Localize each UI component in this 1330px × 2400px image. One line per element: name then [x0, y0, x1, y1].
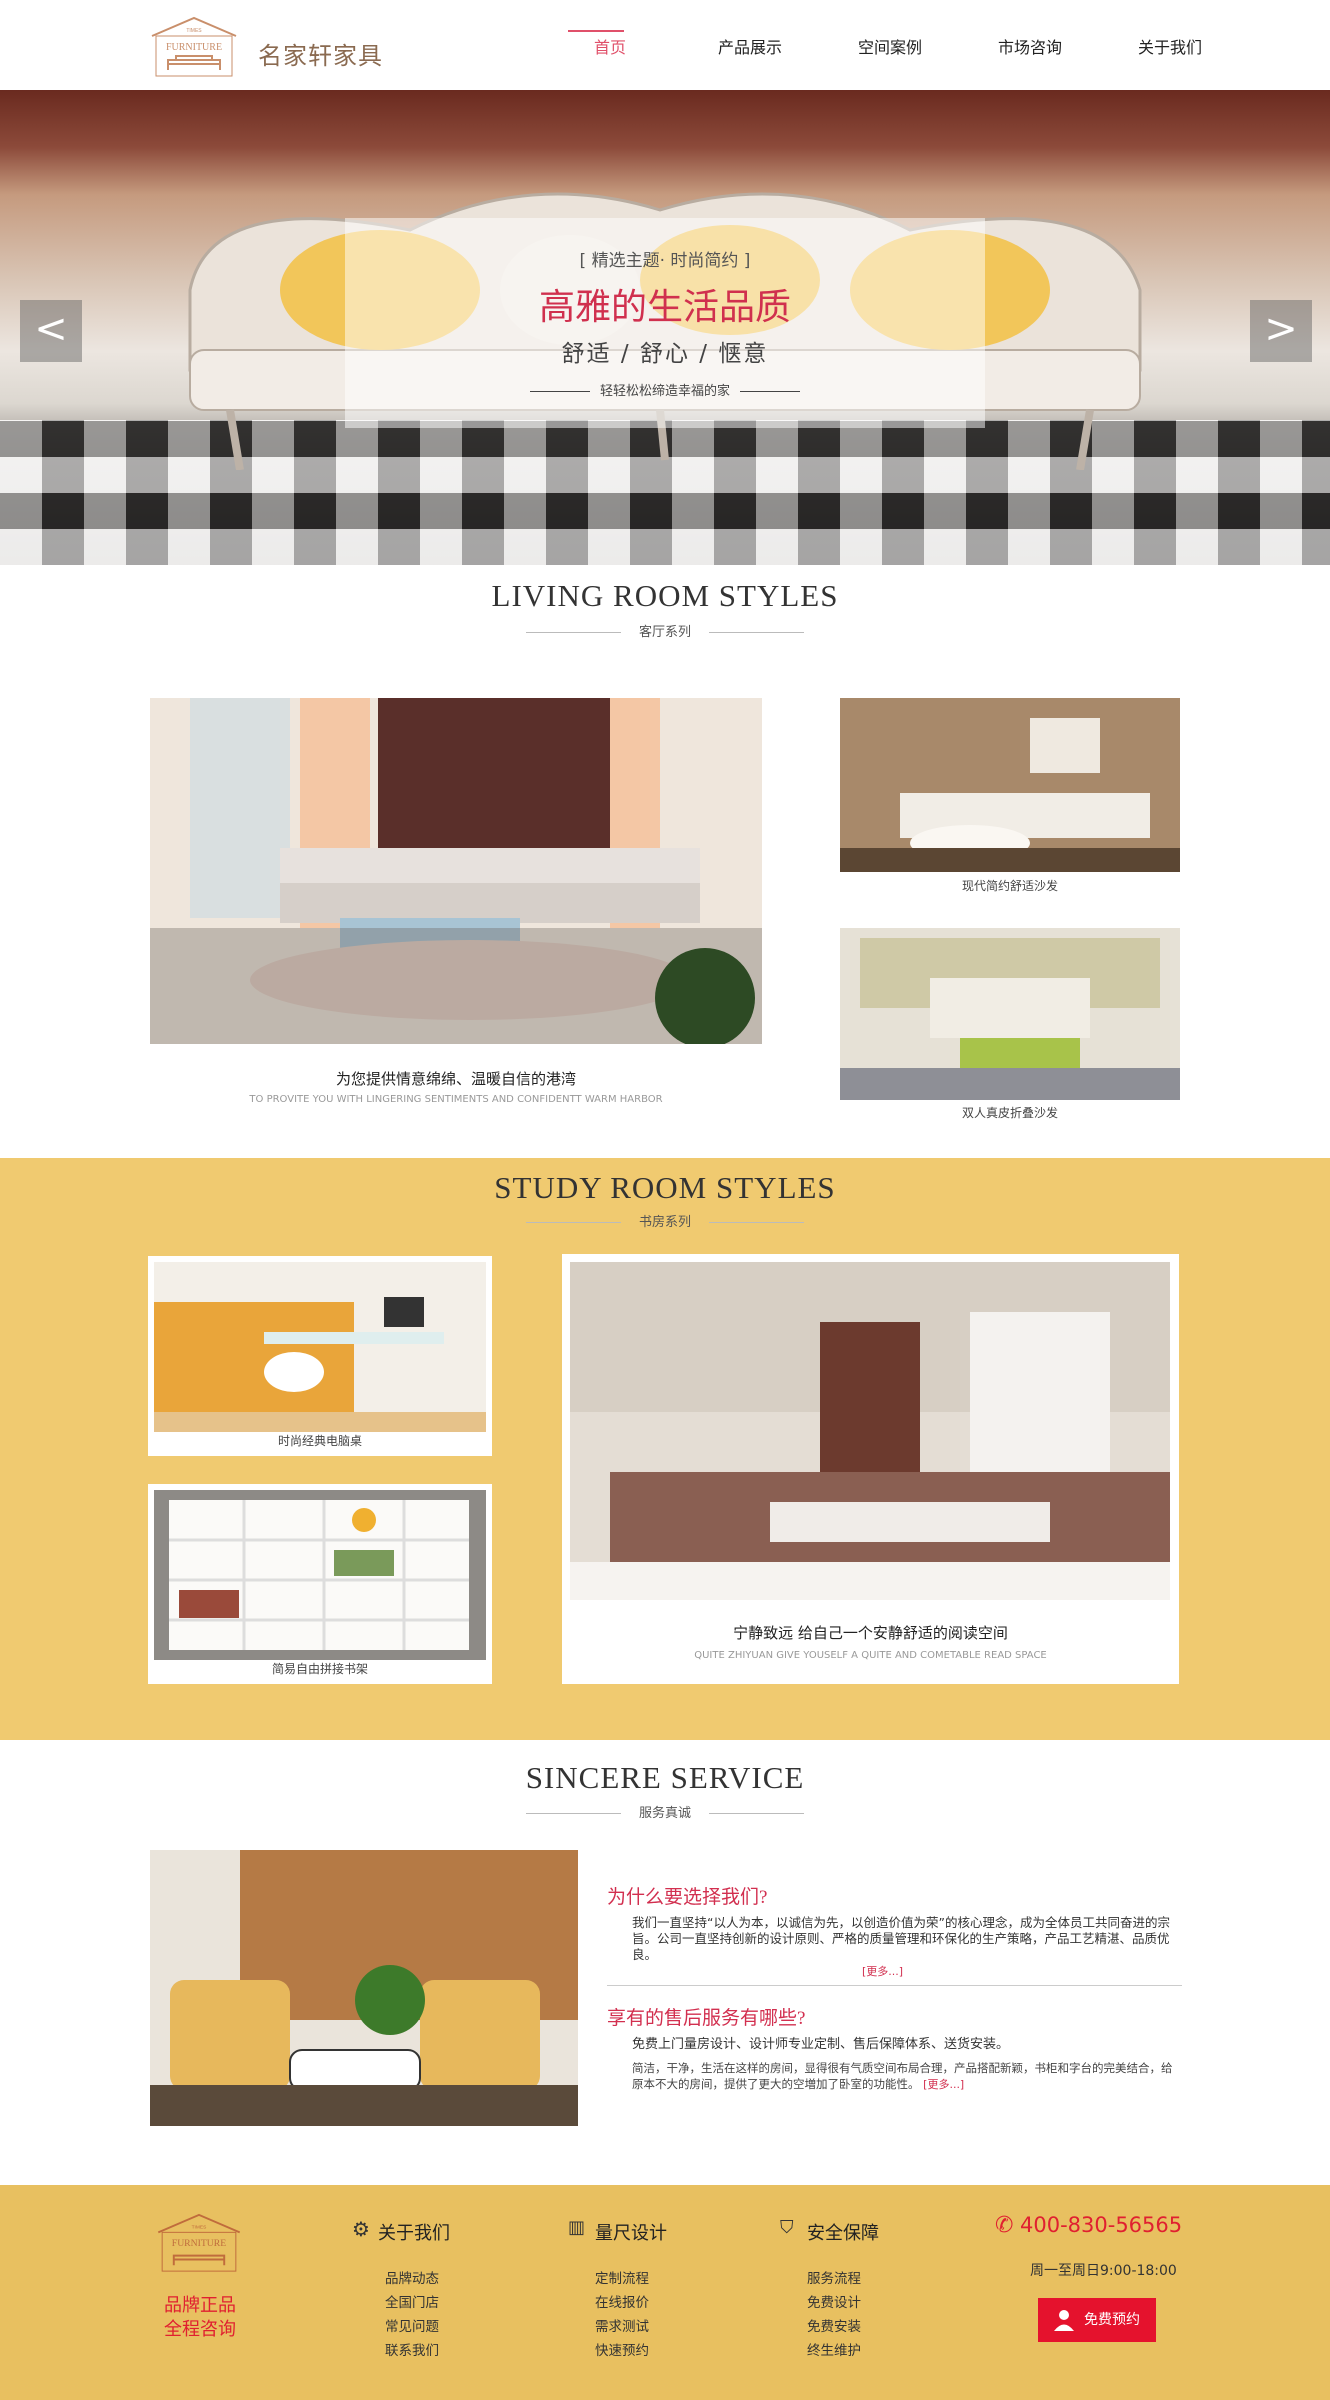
about-column-title: 关于我们 [378, 2223, 450, 2244]
next-slide-button[interactable]: > [1250, 300, 1312, 362]
footer-logo-small-text: TIMES [192, 2224, 207, 2230]
study-section-subtitle: 书房系列 [0, 1211, 1330, 1230]
footer-link-test[interactable]: 需求测试 [595, 2315, 649, 2335]
phone-number[interactable]: 400-830-56565 [1020, 2213, 1182, 2237]
footer-logo-text: FURNITURE [172, 2238, 226, 2249]
slogan-1: 品牌正品 [164, 2295, 236, 2316]
hero-tag: [ 精选主题· 时尚简约 ] [579, 251, 751, 271]
wrench-icon: ⚙ [352, 2217, 370, 2241]
study-main-card[interactable]: 宁静致远 给自己一个安静舒适的阅读空间 QUITE ZHIYUAN GIVE Y… [562, 1254, 1179, 1684]
nav-products[interactable]: 产品展示 [680, 30, 820, 66]
site-footer: TIMES FURNITURE 品牌正品 全程咨询 ⚙ 关于我们 品牌动态 全国… [0, 2185, 1330, 2400]
living-section-subtitle: 客厅系列 [0, 621, 1330, 640]
logo-small-text: TIMES [186, 28, 202, 34]
measure-column-title: 量尺设计 [595, 2223, 667, 2244]
living-item2-image[interactable] [840, 928, 1180, 1100]
hero-desc-text: 轻轻松松缔造幸福的家 [599, 384, 730, 399]
divider [607, 1985, 1182, 1986]
study-item1-card[interactable]: 时尚经典电脑桌 [148, 1256, 492, 1456]
slogan-2: 全程咨询 [164, 2319, 236, 2340]
reading-room-image [570, 1262, 1170, 1600]
service-subtitle-text: 服务真诚 [638, 1806, 691, 1821]
user-icon [1054, 2310, 1074, 2331]
footer-logo[interactable]: TIMES FURNITURE [154, 2211, 244, 2275]
living-item2-caption: 双人真皮折叠沙发 [961, 1106, 1058, 1120]
brand-name[interactable]: 名家轩家具 [258, 36, 383, 71]
footer-link-brand-news[interactable]: 品牌动态 [385, 2267, 439, 2287]
hero-banner: [ 精选主题· 时尚简约 ] 高雅的生活品质 舒适 / 舒心 / 惬意 轻轻松松… [0, 90, 1330, 565]
shield-icon: ⛉ [780, 2217, 794, 2238]
after-sales-title: 享有的售后服务有哪些? [607, 2008, 806, 2029]
living-room-main-image[interactable] [150, 698, 762, 1044]
study-item2-card[interactable]: 简易自由拼接书架 [148, 1484, 492, 1684]
more-link-1[interactable]: [更多...] [862, 1965, 903, 1978]
safety-column-title: 安全保障 [807, 2223, 879, 2244]
hero-text-panel: [ 精选主题· 时尚简约 ] 高雅的生活品质 舒适 / 舒心 / 惬意 轻轻松松… [345, 218, 985, 428]
footer-link-maintenance[interactable]: 终生维护 [807, 2339, 861, 2359]
footer-link-quote[interactable]: 在线报价 [595, 2291, 649, 2311]
ruler-icon: ▥ [568, 2217, 586, 2238]
prev-slide-button[interactable]: < [20, 300, 82, 362]
service-image[interactable] [150, 1850, 578, 2126]
footer-link-free-install[interactable]: 免费安装 [807, 2315, 861, 2335]
footer-link-faq[interactable]: 常见问题 [385, 2315, 439, 2335]
footer-link-process[interactable]: 定制流程 [595, 2267, 649, 2287]
nav-home[interactable]: 首页 [540, 30, 680, 66]
after-sales-text: 简洁，干净，生活在这样的房间，显得很有气质空间布局合理，产品搭配新颖，书柜和字台… [632, 2061, 1173, 2091]
service-section-subtitle: 服务真诚 [0, 1802, 1330, 1821]
living-main-caption: 为您提供情意绵绵、温暖自信的港湾 [335, 1070, 576, 1088]
study-subtitle-text: 书房系列 [638, 1215, 691, 1230]
living-main-caption-en: TO PROVITE YOU WITH LINGERING SENTIMENTS… [249, 1094, 663, 1105]
free-booking-label: 免费预约 [1084, 2312, 1140, 2328]
nav-market[interactable]: 市场咨询 [960, 30, 1100, 66]
study-main-caption: 宁静致远 给自己一个安静舒适的阅读空间 [733, 1624, 1008, 1642]
business-hours: 周一至周日9:00-18:00 [1030, 2263, 1177, 2279]
living-item1-image[interactable] [840, 698, 1180, 872]
nav-cases[interactable]: 空间案例 [820, 30, 960, 66]
study-item1-caption: 时尚经典电脑桌 [277, 1434, 362, 1448]
why-us-title: 为什么要选择我们? [607, 1887, 768, 1908]
living-section-title: LIVING ROOM STYLES [491, 578, 839, 613]
desk-image [154, 1262, 486, 1432]
study-section-title: STUDY ROOM STYLES [494, 1170, 836, 1205]
hero-title: 高雅的生活品质 [538, 287, 791, 328]
logo-text: FURNITURE [166, 42, 222, 53]
bookshelf-image [154, 1490, 486, 1660]
service-section-title: SINCERE SERVICE [525, 1760, 805, 1795]
footer-link-booking[interactable]: 快速预约 [595, 2339, 649, 2359]
footer-link-contact[interactable]: 联系我们 [385, 2339, 439, 2359]
hero-desc: 轻轻松松缔造幸福的家 [345, 380, 985, 399]
more-link-2[interactable]: [更多...] [923, 2078, 964, 2091]
main-nav: 首页 产品展示 空间案例 市场咨询 关于我们 [540, 30, 1240, 66]
furniture-logo[interactable]: TIMES FURNITURE [148, 14, 240, 80]
free-booking-button[interactable]: 免费预约 [1038, 2298, 1156, 2342]
study-item2-caption: 简易自由拼接书架 [271, 1662, 368, 1676]
footer-link-service-flow[interactable]: 服务流程 [807, 2267, 861, 2287]
why-us-text: 我们一直坚持“以人为本，以诚信为先，以创造价值为荣”的核心理念，成为全体员工共同… [632, 1915, 1170, 1978]
nav-about[interactable]: 关于我们 [1100, 30, 1240, 66]
living-item1-caption: 现代简约舒适沙发 [961, 879, 1058, 893]
living-subtitle-text: 客厅系列 [638, 625, 691, 640]
study-section: STUDY ROOM STYLES 书房系列 时尚经典电脑桌 简易自由拼接书架 [0, 1158, 1330, 1740]
footer-link-stores[interactable]: 全国门店 [385, 2291, 439, 2311]
site-header: TIMES FURNITURE 名家轩家具 首页 产品展示 空间案例 市场咨询 … [0, 0, 1330, 90]
phone-icon: ✆ [995, 2213, 1014, 2238]
footer-link-free-design[interactable]: 免费设计 [807, 2291, 861, 2311]
hero-subtitle: 舒适 / 舒心 / 惬意 [561, 341, 769, 367]
study-main-caption-en: QUITE ZHIYUAN GIVE YOUSELF A QUITE AND C… [694, 1650, 1047, 1661]
after-sales-lead: 免费上门量房设计、设计师专业定制、售后保障体系、送货安装。 [632, 2037, 1010, 2052]
